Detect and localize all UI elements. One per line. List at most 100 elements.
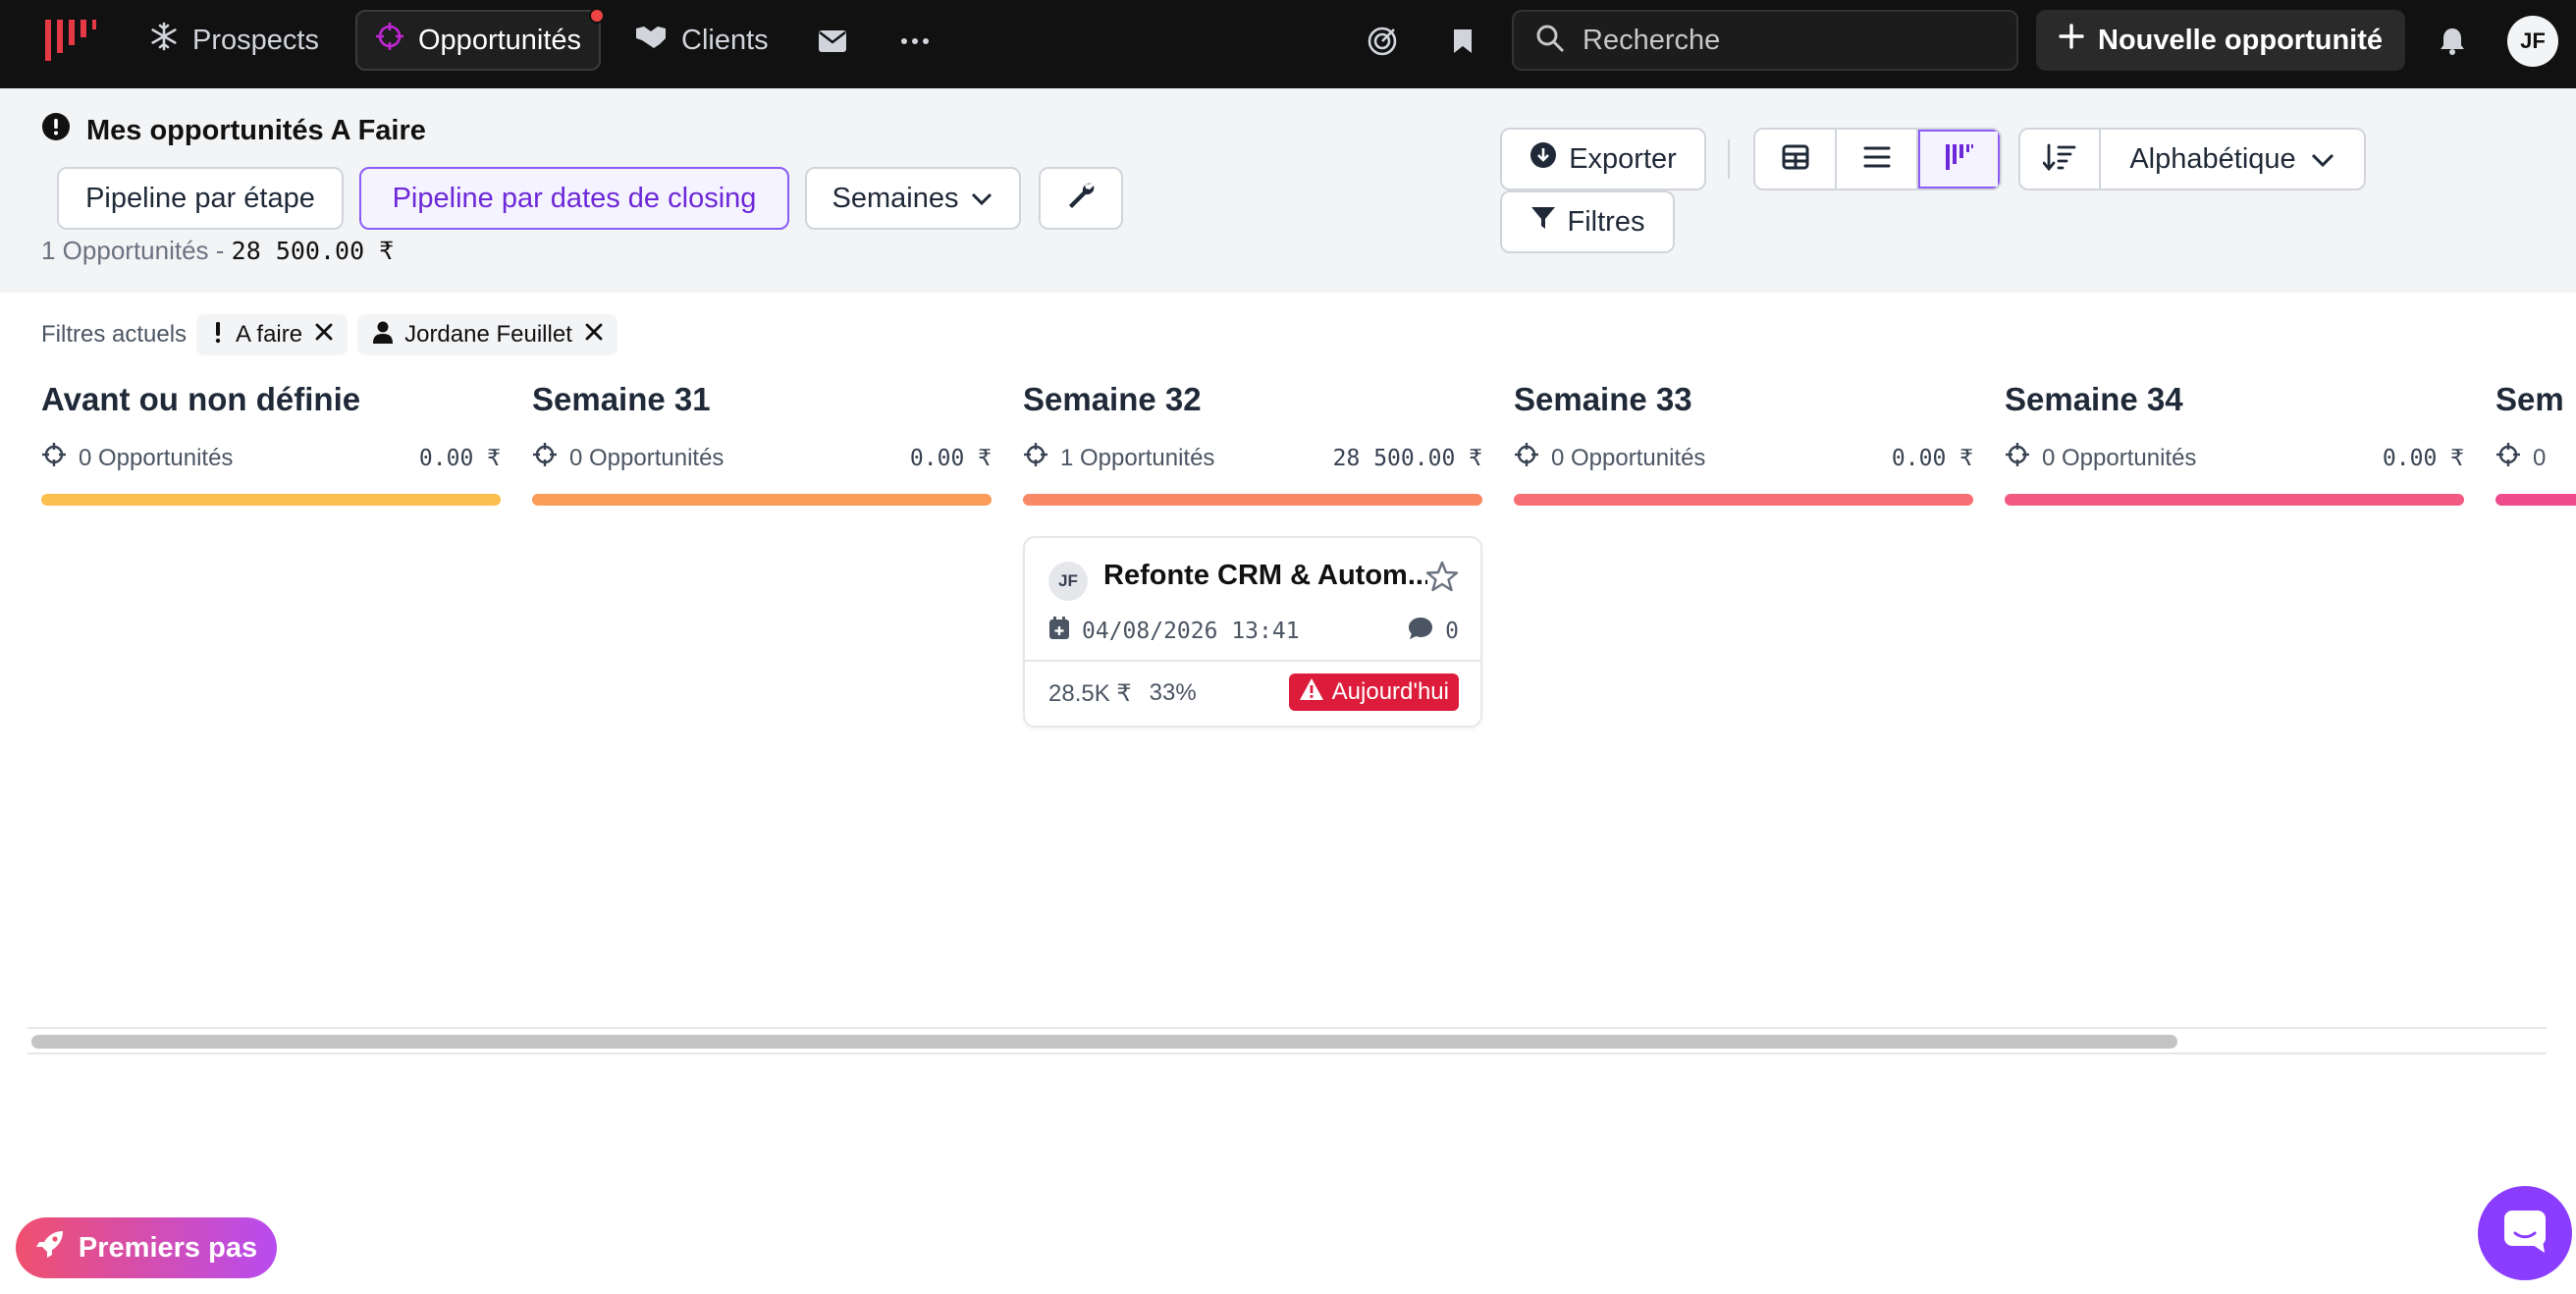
view-kanban-button[interactable] bbox=[1918, 130, 2000, 189]
crosshair-icon bbox=[1514, 442, 1539, 474]
pipeline-dates-button[interactable]: Pipeline par dates de closing bbox=[359, 167, 789, 230]
calendar-plus-icon bbox=[1048, 617, 1070, 646]
column-title: Semaine 31 bbox=[532, 381, 711, 417]
scrollbar-thumb[interactable] bbox=[31, 1035, 2177, 1049]
period-label: Semaines bbox=[832, 182, 959, 214]
exclamation-icon bbox=[212, 320, 224, 350]
export-button[interactable]: Exporter bbox=[1500, 128, 1706, 190]
column-color-bar bbox=[2005, 494, 2464, 506]
plus-icon bbox=[2059, 24, 2084, 57]
nav-label-clients: Clients bbox=[681, 24, 769, 56]
kanban-column-partial: Sem 0 bbox=[2496, 381, 2576, 506]
card-date-text: 04/08/2026 13:41 bbox=[1082, 619, 1300, 644]
download-icon bbox=[1530, 141, 1557, 177]
crosshair-icon bbox=[2496, 442, 2521, 474]
nav-item-opportunites[interactable]: Opportunités bbox=[355, 8, 606, 71]
top-navigation: Prospects Opportunités Clients Recherche… bbox=[0, 0, 2576, 88]
pipeline-dates-label: Pipeline par dates de closing bbox=[392, 182, 757, 214]
summary-count: 1 Opportunités - bbox=[41, 236, 225, 265]
opportunity-card[interactable]: JF Refonte CRM & Autom... 04/08/2026 13:… bbox=[1023, 536, 1482, 728]
column-count: 0 Opportunités bbox=[2042, 444, 2197, 471]
column-amount: 28 500.00 ₹ bbox=[1332, 445, 1482, 471]
pipeline-stage-button[interactable]: Pipeline par étape bbox=[57, 167, 344, 230]
column-amount: 0.00 ₹ bbox=[2382, 445, 2464, 471]
sort-select[interactable]: Alphabétique bbox=[2101, 130, 2364, 189]
table-icon bbox=[1782, 144, 1809, 175]
bookmark-icon[interactable] bbox=[1443, 22, 1482, 61]
filter-chip-todo[interactable]: A faire bbox=[196, 314, 349, 355]
wrench-icon bbox=[1066, 180, 1096, 217]
user-avatar[interactable]: JF bbox=[2507, 16, 2558, 67]
summary-amount: 28 500.00 ₹ bbox=[231, 237, 395, 265]
crosshair-icon bbox=[532, 442, 558, 474]
card-probability: 33% bbox=[1149, 679, 1197, 706]
search-box[interactable] bbox=[1512, 10, 2018, 71]
getting-started-button[interactable]: Premiers pas bbox=[16, 1217, 277, 1278]
crosshair-icon bbox=[1023, 442, 1048, 474]
sort-direction-button[interactable] bbox=[2020, 130, 2101, 189]
bell-icon[interactable] bbox=[2433, 22, 2472, 61]
column-count: 0 Opportunités bbox=[79, 444, 234, 471]
column-color-bar bbox=[532, 494, 992, 506]
new-opportunity-button[interactable]: Nouvelle opportunité bbox=[2036, 10, 2405, 71]
column-amount: 0.00 ₹ bbox=[1891, 445, 1973, 471]
nav-item-clients[interactable]: Clients bbox=[617, 10, 786, 71]
handshake-icon bbox=[634, 23, 668, 58]
horizontal-scrollbar[interactable] bbox=[27, 1027, 2547, 1054]
column-title: Semaine 32 bbox=[1023, 381, 1202, 417]
filter-icon bbox=[1530, 205, 1556, 239]
view-list-button[interactable] bbox=[1837, 130, 1918, 189]
settings-button[interactable] bbox=[1039, 167, 1123, 230]
getting-started-label: Premiers pas bbox=[78, 1231, 258, 1264]
comment-count: 0 bbox=[1445, 619, 1459, 644]
nav-label-opportunites: Opportunités bbox=[418, 24, 582, 56]
goal-icon[interactable] bbox=[1363, 22, 1402, 61]
page-title-text: Mes opportunités A Faire bbox=[86, 114, 426, 146]
card-title[interactable]: Refonte CRM & Autom... bbox=[1103, 560, 1427, 592]
period-select[interactable]: Semaines bbox=[805, 167, 1021, 230]
close-icon[interactable] bbox=[584, 321, 604, 349]
export-label: Exporter bbox=[1569, 142, 1677, 175]
column-meta: 1 Opportunités 28 500.00 ₹ bbox=[1023, 442, 1482, 474]
alert-circle-icon bbox=[41, 112, 71, 149]
star-icon[interactable] bbox=[1425, 560, 1459, 598]
app-logo[interactable] bbox=[43, 18, 98, 65]
column-color-bar bbox=[41, 494, 501, 506]
due-badge-label: Aujourd'hui bbox=[1331, 678, 1449, 705]
filter-chip-label: Jordane Feuillet bbox=[404, 321, 572, 348]
more-icon[interactable] bbox=[895, 22, 935, 61]
kanban-column: Semaine 34 0 Opportunités 0.00 ₹ bbox=[2005, 381, 2464, 506]
column-count: 0 Opportunités bbox=[1551, 444, 1706, 471]
column-count: 0 bbox=[2533, 444, 2547, 471]
crosshair-icon bbox=[2005, 442, 2030, 474]
rocket-icon bbox=[35, 1229, 65, 1267]
close-icon[interactable] bbox=[314, 321, 334, 349]
card-comments[interactable]: 0 bbox=[1408, 617, 1459, 646]
nav-label-prospects: Prospects bbox=[192, 24, 319, 56]
list-icon bbox=[1863, 145, 1891, 174]
divider bbox=[1728, 139, 1730, 179]
view-table-button[interactable] bbox=[1755, 130, 1837, 189]
nav-item-prospects[interactable]: Prospects bbox=[132, 10, 337, 71]
card-date: 04/08/2026 13:41 bbox=[1048, 617, 1300, 646]
filter-chip-owner[interactable]: Jordane Feuillet bbox=[357, 314, 617, 355]
current-filters: Filtres actuels A faire Jordane Feuillet bbox=[41, 314, 617, 355]
sort-label: Alphabétique bbox=[2129, 142, 2296, 175]
column-count: 0 Opportunités bbox=[569, 444, 724, 471]
pipeline-stage-label: Pipeline par étape bbox=[85, 182, 315, 214]
crosshair-icon bbox=[41, 442, 67, 474]
target-icon bbox=[375, 22, 404, 59]
mail-icon[interactable] bbox=[813, 22, 852, 61]
user-icon bbox=[373, 320, 394, 350]
comment-icon bbox=[1408, 617, 1433, 646]
card-amount-value: 28.5K ₹ bbox=[1048, 680, 1132, 707]
notification-dot bbox=[589, 8, 606, 24]
search-icon bbox=[1535, 24, 1565, 58]
column-count: 1 Opportunités bbox=[1060, 444, 1215, 471]
due-today-badge: Aujourd'hui bbox=[1288, 674, 1459, 711]
filters-label: Filtres bbox=[1567, 205, 1645, 238]
filters-button[interactable]: Filtres bbox=[1500, 190, 1675, 253]
search-input[interactable] bbox=[1583, 24, 1995, 57]
chat-button[interactable] bbox=[2478, 1186, 2572, 1280]
page-title: Mes opportunités A Faire bbox=[41, 112, 426, 149]
